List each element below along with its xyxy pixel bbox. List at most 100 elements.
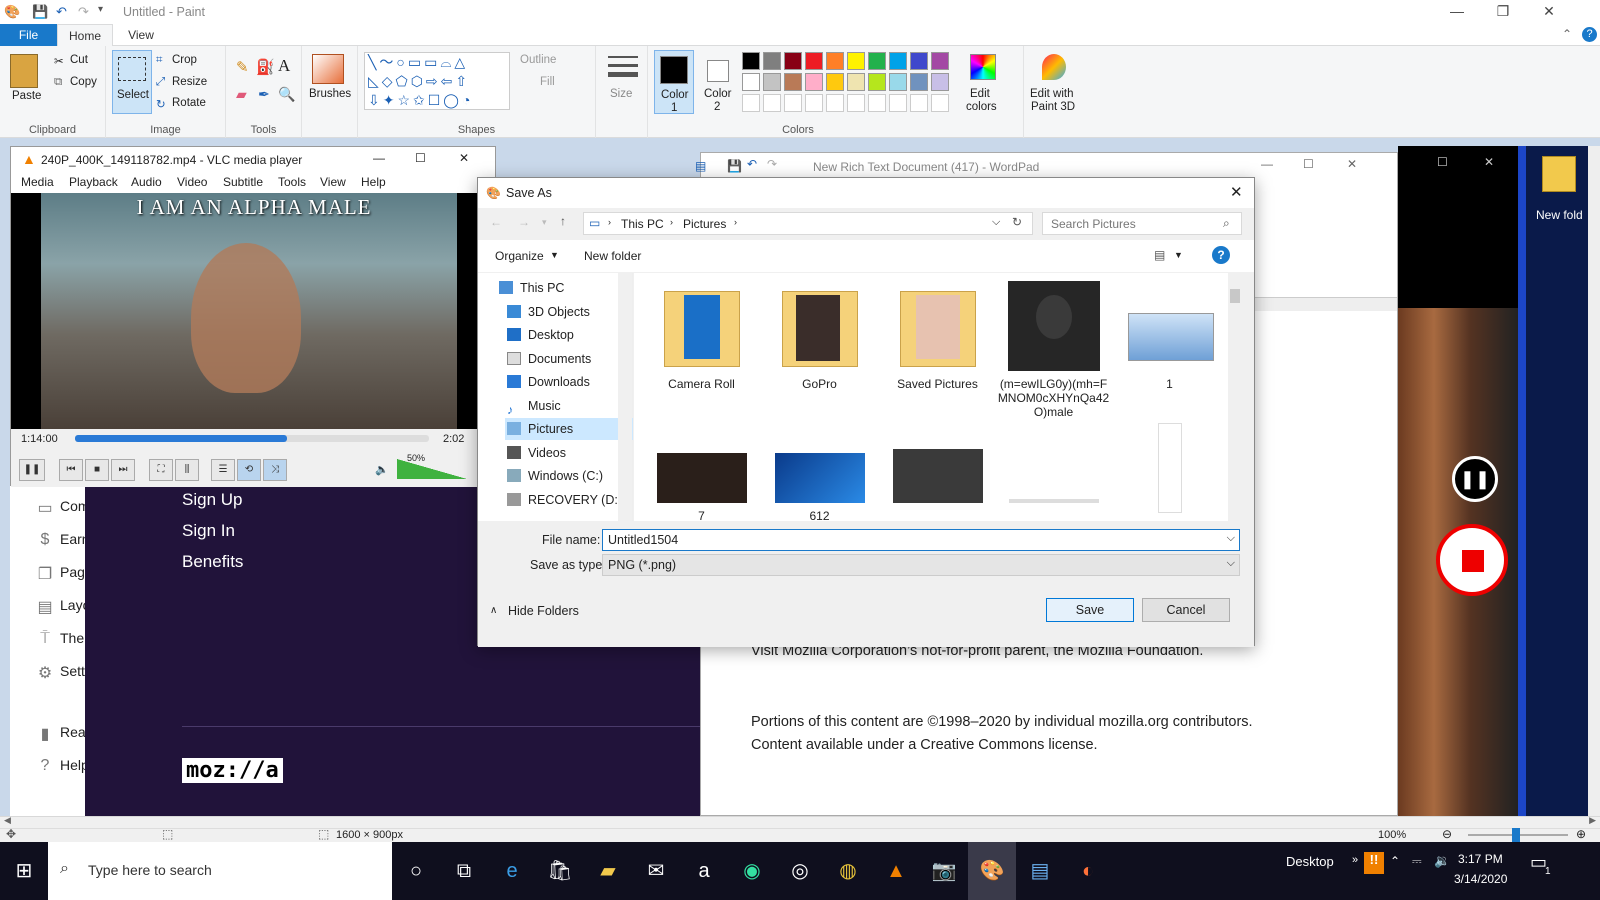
folder-icon[interactable] — [1542, 156, 1576, 192]
refresh-icon[interactable]: ↻ — [1012, 215, 1022, 229]
benefits-link[interactable]: Benefits — [182, 552, 243, 572]
seek-bar[interactable] — [75, 435, 429, 442]
amazon-icon[interactable]: a — [680, 842, 728, 900]
undo-icon[interactable]: ↶ — [747, 157, 757, 171]
palette-swatch[interactable] — [931, 73, 949, 91]
custom-color-swatch[interactable] — [805, 94, 823, 112]
palette-swatch[interactable] — [931, 52, 949, 70]
vertical-scrollbar[interactable] — [1588, 146, 1600, 816]
search-input[interactable]: Type here to search — [88, 862, 212, 878]
nav-windows-c[interactable]: Windows (C:) — [507, 465, 603, 487]
redo-icon[interactable]: ↷ — [78, 4, 89, 20]
hide-folders-button[interactable]: Hide Folders — [508, 604, 579, 618]
palette-swatch[interactable] — [763, 52, 781, 70]
sign-in-link[interactable]: Sign In — [182, 521, 235, 541]
outline-button[interactable]: Outline — [520, 54, 556, 66]
nav-desktop[interactable]: Desktop — [507, 324, 574, 346]
extended-settings-button[interactable]: ⫼ — [175, 459, 199, 481]
desktop-toolbar-chevron[interactable]: » — [1352, 854, 1358, 866]
nav-recovery-d[interactable]: RECOVERY (D:) — [507, 489, 622, 511]
dialog-close-button[interactable]: ✕ — [1230, 183, 1243, 201]
file-male-image[interactable]: (m=ewILG0y)(mh=FMNOM0cXHYnQa42O)male — [996, 281, 1111, 419]
stop-record-button[interactable] — [1436, 524, 1508, 596]
file-camera-roll[interactable]: Camera Roll — [644, 281, 759, 391]
brushes-button[interactable]: Brushes — [309, 88, 351, 100]
back-icon[interactable]: ← — [490, 215, 502, 229]
vlc-video-area[interactable]: I AM AN ALPHA MALE — [11, 193, 497, 429]
custom-color-swatch[interactable] — [826, 94, 844, 112]
palette-swatch[interactable] — [889, 73, 907, 91]
taskbar-search[interactable]: ⌕ Type here to search — [48, 842, 392, 900]
file-thumbnail[interactable] — [1112, 423, 1227, 519]
pause-record-button[interactable]: ❚❚ — [1452, 456, 1498, 502]
maximize-button[interactable]: ☐ — [415, 151, 426, 165]
palette-swatch[interactable] — [868, 73, 886, 91]
palette-swatch[interactable] — [763, 73, 781, 91]
fill-bucket-icon[interactable]: ⛽ — [256, 58, 275, 76]
pencil-icon[interactable]: ✎ — [236, 58, 249, 76]
close-button[interactable]: ✕ — [459, 151, 469, 165]
tab-view[interactable]: View — [116, 24, 166, 46]
task-view-icon[interactable]: ⧉ — [440, 842, 488, 900]
nav-3d-objects[interactable]: 3D Objects — [507, 301, 590, 323]
palette-swatch[interactable] — [784, 73, 802, 91]
custom-color-swatch[interactable] — [763, 94, 781, 112]
palette-swatch[interactable] — [826, 73, 844, 91]
cancel-button[interactable]: Cancel — [1142, 598, 1230, 622]
menu-video[interactable]: Video — [177, 175, 207, 189]
tripadvisor-icon[interactable]: ◉ — [728, 842, 776, 900]
volume-icon[interactable]: 🔈 — [375, 463, 389, 476]
color-app-icon[interactable]: ◍ — [824, 842, 872, 900]
color1-button[interactable]: Color 1 — [654, 50, 694, 114]
close-button[interactable]: ✕ — [1347, 157, 1357, 171]
view-icon[interactable]: ▤ — [1154, 248, 1165, 262]
previous-button[interactable]: ⏮ — [59, 459, 83, 481]
address-dropdown-icon[interactable]: ⌵ — [992, 216, 1000, 229]
menu-audio[interactable]: Audio — [131, 175, 162, 189]
size-button[interactable]: Size — [610, 88, 632, 100]
crop-button[interactable]: Crop — [172, 54, 197, 66]
menu-playback[interactable]: Playback — [69, 175, 118, 189]
shapes-gallery[interactable]: ╲〜○▭▭⌓△ ◺◇⬠⬡⇨⇦⇧ ⇩✦☆✩☐◯◔ — [364, 52, 510, 110]
menu-help[interactable]: Help — [361, 175, 386, 189]
palette-swatch[interactable] — [910, 52, 928, 70]
playlist-button[interactable]: ☰ — [211, 459, 235, 481]
nav-pictures[interactable]: Pictures — [505, 418, 633, 440]
stop-button[interactable]: ■ — [85, 459, 109, 481]
palette-swatch[interactable] — [805, 73, 823, 91]
menu-subtitle[interactable]: Subtitle — [223, 175, 263, 189]
file-name-dropdown-icon[interactable]: ⌵ — [1227, 532, 1235, 545]
eraser-icon[interactable]: ▰ — [236, 86, 247, 103]
copy-button[interactable]: Copy — [70, 76, 97, 88]
resize-button[interactable]: Resize — [172, 76, 207, 88]
pause-button[interactable]: ❚❚ — [19, 459, 45, 481]
tab-file[interactable]: File — [0, 24, 57, 46]
nav-music[interactable]: ♪ Music — [507, 395, 561, 417]
camera-app-icon[interactable]: ◎ — [776, 842, 824, 900]
mail-icon[interactable]: ✉ — [632, 842, 680, 900]
new-folder-button[interactable]: New folder — [584, 249, 641, 263]
palette-swatch[interactable] — [847, 73, 865, 91]
cortana-icon[interactable]: ○ — [392, 842, 440, 900]
custom-color-swatch[interactable] — [889, 94, 907, 112]
minimize-button[interactable]: — — [1261, 157, 1273, 171]
file-explorer-icon[interactable]: ▰ — [584, 842, 632, 900]
desktop-toolbar[interactable]: Desktop — [1286, 854, 1334, 869]
nav-scrollbar[interactable] — [618, 273, 632, 521]
paint3d-group[interactable]: Edit with Paint 3D — [1024, 46, 1086, 138]
maximize-button[interactable]: ☐ — [1437, 155, 1448, 169]
file-thumbnail[interactable] — [880, 443, 995, 509]
sidebar-item[interactable]: Rea — [60, 724, 86, 740]
palette-swatch[interactable] — [889, 52, 907, 70]
text-icon[interactable]: A — [278, 56, 290, 76]
custom-color-swatch[interactable] — [742, 94, 760, 112]
store-icon[interactable]: 🛍 — [536, 842, 584, 900]
start-button[interactable]: ⊞ — [0, 842, 48, 900]
palette-swatch[interactable] — [742, 52, 760, 70]
cut-button[interactable]: Cut — [70, 54, 88, 66]
menu-media[interactable]: Media — [21, 175, 54, 189]
vlc-icon[interactable]: ▲ — [872, 842, 920, 900]
file-scrollbar[interactable] — [1228, 273, 1242, 521]
close-button[interactable]: ✕ — [1526, 0, 1572, 24]
save-icon[interactable]: 💾 — [32, 4, 48, 20]
